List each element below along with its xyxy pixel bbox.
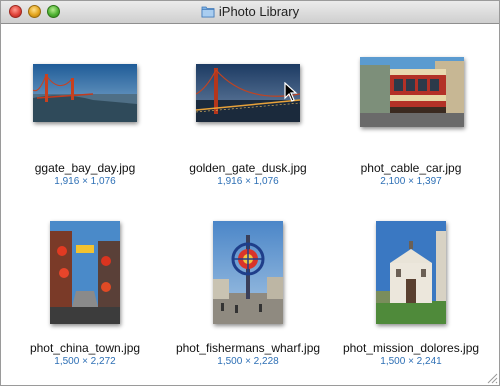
file-dimensions: 1,500 × 2,272 (54, 356, 116, 367)
finder-window: iPhoto Library ggate_bay_day.jpg 1,916 ×… (0, 0, 500, 386)
file-name[interactable]: phot_cable_car.jpg (331, 161, 491, 175)
file-name[interactable]: phot_fishermans_wharf.jpg (168, 341, 328, 355)
file-name[interactable]: phot_china_town.jpg (5, 341, 165, 355)
file-icon-view[interactable]: ggate_bay_day.jpg 1,916 × 1,076 golden_g… (1, 24, 499, 385)
window-title: iPhoto Library (1, 4, 499, 20)
folder-icon (201, 6, 215, 18)
resize-grip-icon[interactable] (484, 370, 498, 384)
thumbnail-phot-fishermans-wharf[interactable] (213, 221, 283, 324)
file-dimensions: 1,916 × 1,076 (54, 176, 116, 187)
file-name[interactable]: ggate_bay_day.jpg (5, 161, 165, 175)
thumbnail-phot-china-town[interactable] (50, 221, 120, 324)
mouse-cursor-icon (284, 82, 298, 102)
window-title-text: iPhoto Library (218, 4, 300, 19)
file-dimensions: 1,500 × 2,228 (217, 356, 279, 367)
thumbnail-phot-mission-dolores[interactable] (376, 221, 446, 324)
file-dimensions: 1,500 × 2,241 (380, 356, 442, 367)
file-name[interactable]: golden_gate_dusk.jpg (168, 161, 328, 175)
file-dimensions: 2,100 × 1,397 (380, 176, 442, 187)
thumbnail-ggate-bay-day[interactable] (33, 64, 137, 122)
file-dimensions: 1,916 × 1,076 (217, 176, 279, 187)
thumbnail-phot-cable-car[interactable] (360, 57, 464, 127)
file-name[interactable]: phot_mission_dolores.jpg (331, 341, 491, 355)
title-bar[interactable]: iPhoto Library (1, 1, 499, 24)
